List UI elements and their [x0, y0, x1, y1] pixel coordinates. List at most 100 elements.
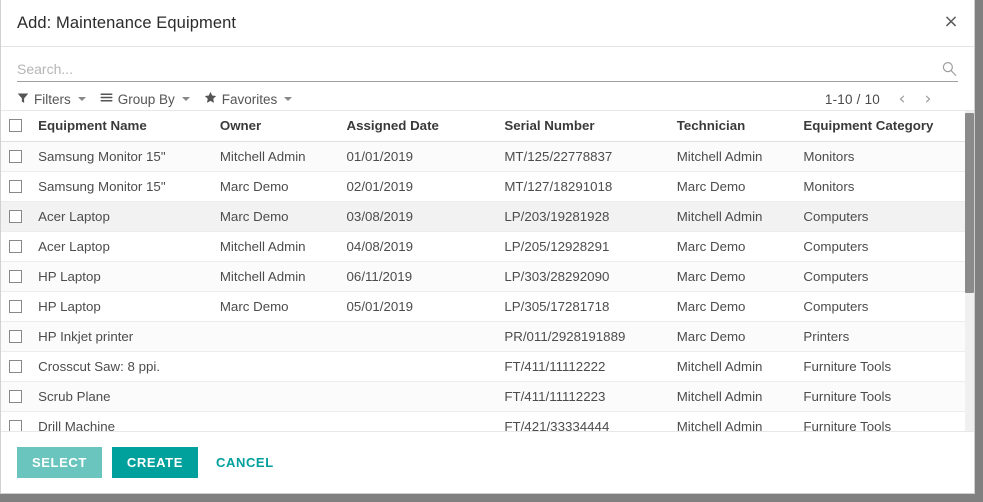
- vertical-scrollbar-track[interactable]: [965, 111, 974, 431]
- table-row[interactable]: Samsung Monitor 15" Marc Demo 02/01/2019 MT…: [1, 171, 974, 202]
- table-row[interactable]: Scrub Plane FT/411/11112223 Mitchell Admin…: [1, 381, 974, 412]
- search-icon[interactable]: [940, 60, 958, 78]
- column-header-assigned-date[interactable]: Assigned Date: [340, 111, 499, 142]
- cell-assigned-date: 02/01/2019: [340, 171, 499, 202]
- table-row[interactable]: HP Inkjet printer PR/011/2928191889 Marc D…: [1, 321, 974, 352]
- cell-equipment-category: Furniture Tools: [797, 381, 974, 412]
- group-by-dropdown[interactable]: Group By: [100, 91, 190, 107]
- row-select-cell: [1, 381, 33, 412]
- cell-technician: Marc Demo: [670, 171, 798, 202]
- table-row[interactable]: HP Laptop Mitchell Admin 06/11/2019 LP/303/…: [1, 261, 974, 292]
- vertical-scrollbar-thumb[interactable]: [965, 113, 974, 293]
- row-checkbox[interactable]: [9, 390, 22, 403]
- table-body: Samsung Monitor 15" Mitchell Admin 01/01/2…: [1, 141, 974, 431]
- row-checkbox[interactable]: [9, 300, 22, 313]
- search-input[interactable]: [17, 60, 940, 77]
- cell-owner: Mitchell Admin: [213, 231, 341, 262]
- table-row[interactable]: Acer Laptop Mitchell Admin 04/08/2019 LP/20…: [1, 231, 974, 262]
- table-row[interactable]: Samsung Monitor 15" Mitchell Admin 01/01/2…: [1, 141, 974, 172]
- cell-equipment-category: Furniture Tools: [797, 411, 974, 431]
- dialog-header: Add: Maintenance Equipment ×: [1, 0, 974, 47]
- cell-equipment-category: Monitors: [797, 171, 974, 202]
- cell-technician: Mitchell Admin: [670, 381, 798, 412]
- row-checkbox[interactable]: [9, 210, 22, 223]
- row-checkbox[interactable]: [9, 240, 22, 253]
- cell-equipment-name: Samsung Monitor 15": [32, 171, 214, 202]
- filters-label: Filters: [34, 91, 71, 107]
- cell-equipment-name: Acer Laptop: [32, 231, 214, 262]
- cell-serial-number: FT/411/11112223: [498, 381, 671, 412]
- equipment-table: Equipment Name Owner Assigned Date Seria…: [1, 111, 974, 431]
- chevron-down-icon: [181, 97, 190, 101]
- column-header-equipment-category[interactable]: Equipment Category: [797, 111, 974, 142]
- table-row[interactable]: HP Laptop Marc Demo 05/01/2019 LP/305/17281…: [1, 291, 974, 322]
- cell-equipment-category: Computers: [797, 261, 974, 292]
- cell-assigned-date: [340, 321, 499, 352]
- row-checkbox[interactable]: [9, 270, 22, 283]
- cell-equipment-name: Samsung Monitor 15": [32, 141, 214, 172]
- column-header-owner[interactable]: Owner: [213, 111, 341, 142]
- cell-serial-number: LP/303/28292090: [498, 261, 671, 292]
- table-row[interactable]: Acer Laptop Marc Demo 03/08/2019 LP/203/192…: [1, 201, 974, 232]
- cell-equipment-category: Computers: [797, 231, 974, 262]
- cell-serial-number: LP/203/19281928: [498, 201, 671, 232]
- hamburger-icon: [100, 91, 113, 107]
- favorites-dropdown[interactable]: Favorites: [204, 91, 293, 107]
- row-checkbox[interactable]: [9, 420, 22, 431]
- row-select-cell: [1, 201, 33, 232]
- page-background-right: [975, 0, 983, 502]
- cell-owner: [213, 411, 341, 431]
- cell-technician: Marc Demo: [670, 291, 798, 322]
- cell-owner: Marc Demo: [213, 201, 341, 232]
- cell-technician: Mitchell Admin: [670, 141, 798, 172]
- cell-equipment-category: Computers: [797, 291, 974, 322]
- cell-serial-number: PR/011/2928191889: [498, 321, 671, 352]
- row-select-cell: [1, 171, 33, 202]
- column-header-technician[interactable]: Technician: [670, 111, 798, 142]
- dialog-footer: SELECT CREATE CANCEL: [1, 431, 974, 493]
- cell-serial-number: FT/421/33334444: [498, 411, 671, 431]
- cell-serial-number: MT/127/18291018: [498, 171, 671, 202]
- row-checkbox[interactable]: [9, 150, 22, 163]
- cell-technician: Marc Demo: [670, 261, 798, 292]
- select-all-header: [1, 111, 33, 142]
- select-button[interactable]: SELECT: [17, 447, 102, 478]
- column-header-equipment-name[interactable]: Equipment Name: [32, 111, 214, 142]
- table-row[interactable]: Drill Machine FT/421/33334444 Mitchell Adm…: [1, 411, 974, 431]
- cell-serial-number: MT/125/22778837: [498, 141, 671, 172]
- chevron-left-icon[interactable]: ‹: [890, 88, 914, 110]
- column-header-serial-number[interactable]: Serial Number: [498, 111, 671, 142]
- table-row[interactable]: Crosscut Saw: 8 ppi. FT/411/11112222 Mitch…: [1, 351, 974, 382]
- close-icon[interactable]: ×: [940, 11, 962, 33]
- row-checkbox[interactable]: [9, 330, 22, 343]
- row-select-cell: [1, 321, 33, 352]
- cell-technician: Mitchell Admin: [670, 201, 798, 232]
- chevron-down-icon: [77, 97, 86, 101]
- cell-serial-number: FT/411/11112222: [498, 351, 671, 382]
- pagination-range: 1-10 / 10: [824, 91, 880, 107]
- row-select-cell: [1, 291, 33, 322]
- table-head: Equipment Name Owner Assigned Date Seria…: [1, 111, 974, 142]
- filters-dropdown[interactable]: Filters: [17, 92, 86, 107]
- cell-assigned-date: 04/08/2019: [340, 231, 499, 262]
- cell-owner: Mitchell Admin: [213, 261, 341, 292]
- chevron-down-icon: [284, 97, 293, 101]
- row-select-cell: [1, 141, 33, 172]
- select-all-checkbox[interactable]: [9, 119, 22, 132]
- row-checkbox[interactable]: [9, 180, 22, 193]
- pagination: 1-10 / 10 ‹ ›: [825, 88, 958, 110]
- row-checkbox[interactable]: [9, 360, 22, 373]
- cell-technician: Marc Demo: [670, 321, 798, 352]
- cell-equipment-name: Acer Laptop: [32, 201, 214, 232]
- cell-equipment-name: Scrub Plane: [32, 381, 214, 412]
- cell-owner: Marc Demo: [213, 171, 341, 202]
- cell-serial-number: LP/305/17281718: [498, 291, 671, 322]
- dialog-title: Add: Maintenance Equipment: [17, 13, 237, 32]
- cell-equipment-name: Crosscut Saw: 8 ppi.: [32, 351, 214, 382]
- search-panel: Filters Group By: [1, 47, 974, 110]
- cell-assigned-date: 05/01/2019: [340, 291, 499, 322]
- create-button[interactable]: CREATE: [111, 447, 198, 478]
- cell-equipment-category: Furniture Tools: [797, 351, 974, 382]
- chevron-right-icon[interactable]: ›: [916, 88, 940, 110]
- cancel-button[interactable]: CANCEL: [208, 447, 282, 478]
